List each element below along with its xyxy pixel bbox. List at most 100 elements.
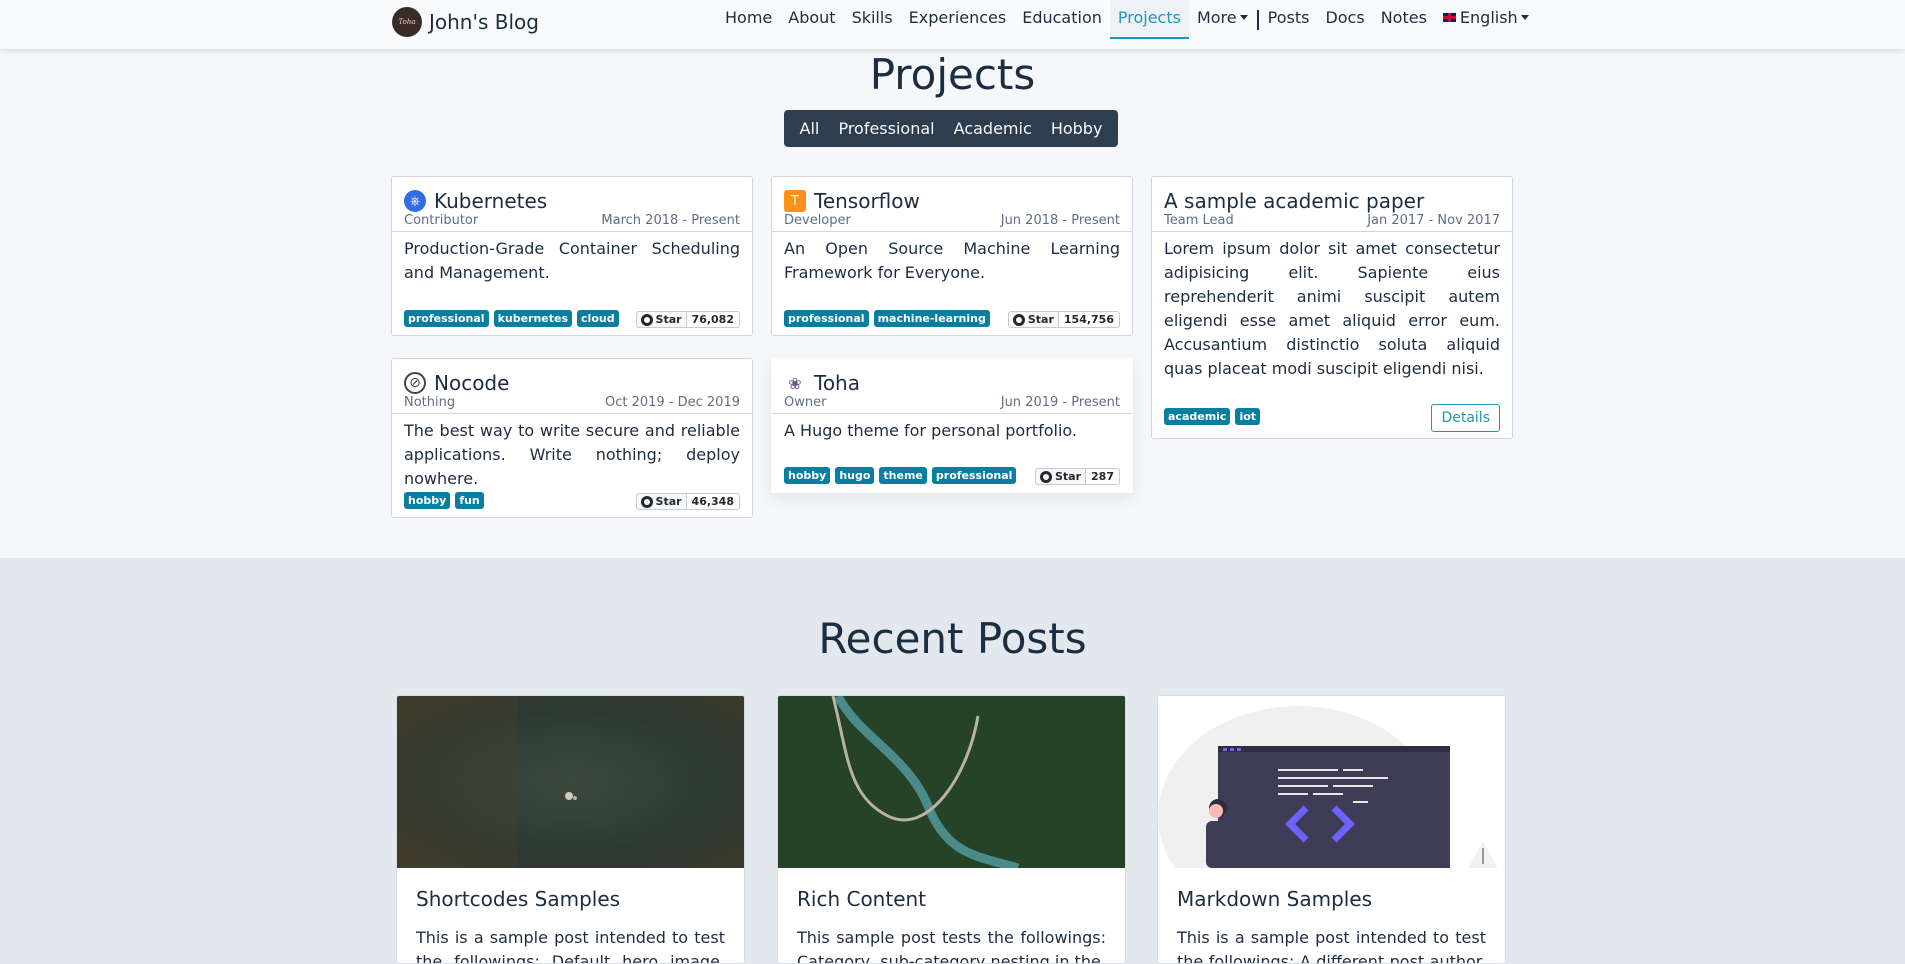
github-star-widget[interactable]: Star 154,756 <box>1007 311 1120 328</box>
nav-item-skills[interactable]: Skills <box>844 0 901 39</box>
project-description: A Hugo theme for personal portfolio. <box>784 421 1077 440</box>
tag[interactable]: professional <box>784 310 869 327</box>
chevron-down-icon <box>1520 14 1529 20</box>
nav-item-posts[interactable]: Posts <box>1260 0 1318 39</box>
tag[interactable]: hobby <box>404 492 451 509</box>
divider <box>392 231 752 232</box>
star-count[interactable]: 76,082 <box>686 311 740 328</box>
nav-item-home[interactable]: Home <box>717 0 780 39</box>
tag[interactable]: theme <box>879 467 927 484</box>
nav-item-docs[interactable]: Docs <box>1317 0 1372 39</box>
brand[interactable]: Toha John's Blog <box>392 6 539 38</box>
nav-item-projects[interactable]: Projects <box>1109 0 1189 39</box>
post-summary: This is a sample post intended to test t… <box>416 928 725 964</box>
project-tags: academic iot <box>1164 408 1261 425</box>
github-icon <box>640 495 653 508</box>
tag[interactable]: professional <box>931 467 1017 484</box>
nav-more-label: More <box>1196 8 1237 27</box>
tag[interactable]: kubernetes <box>493 310 573 327</box>
post-hero-image[interactable] <box>778 696 1126 868</box>
project-role: Nothing <box>404 395 456 410</box>
kubernetes-icon: ⎈ <box>404 190 426 212</box>
post-card[interactable]: Rich Content This sample post tests the … <box>777 695 1126 964</box>
brand-name[interactable]: John's Blog <box>429 10 539 34</box>
project-name: A sample academic paper <box>1164 189 1425 213</box>
github-star-widget[interactable]: Star 76,082 <box>635 311 740 328</box>
project-role: Developer <box>784 213 851 228</box>
github-icon <box>640 313 653 326</box>
nav-item-experiences[interactable]: Experiences <box>901 0 1015 39</box>
project-filter-bar: All Professional Academic Hobby <box>784 110 1118 147</box>
tag[interactable]: hobby <box>784 467 831 484</box>
project-description: The best way to write secure and reliabl… <box>404 421 740 488</box>
tag[interactable]: fun <box>455 492 484 509</box>
divider <box>772 231 1132 232</box>
project-card-academic-paper[interactable]: A sample academic paper Team Lead Jan 20… <box>1151 176 1513 439</box>
post-card[interactable]: Shortcodes Samples This is a sample post… <box>396 695 745 964</box>
projects-title: Projects <box>869 50 1036 99</box>
star-label: Star <box>655 313 682 326</box>
filter-academic-button[interactable]: Academic <box>948 119 1038 138</box>
star-label: Star <box>1055 470 1082 483</box>
github-icon <box>1012 313 1025 326</box>
tag[interactable]: hugo <box>835 467 875 484</box>
project-period: Jan 2017 - Nov 2017 <box>1367 213 1500 228</box>
filter-hobby-button[interactable]: Hobby <box>1045 119 1109 138</box>
nav-menu: Home About Skills Experiences Education … <box>717 0 1537 39</box>
nav-more-dropdown[interactable]: More <box>1189 0 1256 39</box>
filter-professional-button[interactable]: Professional <box>832 119 940 138</box>
tag[interactable]: machine-learning <box>873 310 990 327</box>
post-hero-image[interactable] <box>1158 696 1506 868</box>
project-description: Production-Grade Container Scheduling an… <box>404 239 740 282</box>
post-title[interactable]: Shortcodes Samples <box>416 887 620 911</box>
project-card-tensorflow[interactable]: T Tensorflow Developer Jun 2018 - Presen… <box>771 176 1133 336</box>
details-button[interactable]: Details <box>1431 404 1500 432</box>
divider <box>1152 231 1512 232</box>
language-dropdown[interactable]: English <box>1435 0 1537 39</box>
github-star-widget[interactable]: Star 46,348 <box>635 493 740 510</box>
filter-all-button[interactable]: All <box>794 119 826 138</box>
tag[interactable]: iot <box>1235 408 1261 425</box>
project-card-nocode[interactable]: ⊘ Nocode Nothing Oct 2019 - Dec 2019 The… <box>391 358 753 518</box>
uk-flag-icon <box>1442 13 1456 22</box>
tag[interactable]: academic <box>1164 408 1231 425</box>
project-period: Jun 2019 - Present <box>1000 395 1120 410</box>
project-role: Owner <box>784 395 827 410</box>
star-label: Star <box>655 495 682 508</box>
nav-item-education[interactable]: Education <box>1014 0 1110 39</box>
project-period: March 2018 - Present <box>601 213 740 228</box>
nav-item-about[interactable]: About <box>780 0 843 39</box>
project-tags: hobby fun <box>404 492 484 509</box>
brand-logo: Toha <box>392 7 422 37</box>
project-role: Team Lead <box>1164 213 1234 228</box>
recent-posts-section: Recent Posts Shortcodes Samples This is … <box>0 558 1905 964</box>
project-name: Nocode <box>434 371 510 395</box>
project-description: An Open Source Machine Learning Framewor… <box>784 239 1120 282</box>
tag[interactable]: cloud <box>577 310 619 327</box>
tensorflow-icon: T <box>784 190 806 212</box>
chevron-down-icon <box>1239 14 1248 20</box>
project-description: Lorem ipsum dolor sit amet consectetur a… <box>1164 239 1500 378</box>
post-card[interactable]: Markdown Samples This is a sample post i… <box>1157 695 1506 964</box>
post-summary: This is a sample post intended to test t… <box>1177 928 1486 964</box>
nav-item-notes[interactable]: Notes <box>1373 0 1435 39</box>
project-tags: professional kubernetes cloud <box>404 310 619 327</box>
project-role: Contributor <box>404 213 479 228</box>
star-count[interactable]: 154,756 <box>1058 311 1120 328</box>
project-card-toha[interactable]: ❀ Toha Owner Jun 2019 - Present A Hugo t… <box>771 358 1133 493</box>
navbar: Toha John's Blog Home About Skills Exper… <box>0 0 1905 49</box>
project-name: Toha <box>814 371 860 395</box>
github-star-widget[interactable]: Star 287 <box>1035 468 1120 485</box>
tag[interactable]: professional <box>404 310 489 327</box>
recent-posts-title: Recent Posts <box>818 614 1087 663</box>
star-label: Star <box>1027 313 1054 326</box>
post-title[interactable]: Markdown Samples <box>1177 887 1372 911</box>
post-hero-image[interactable] <box>397 696 745 868</box>
post-summary: This sample post tests the followings: C… <box>797 928 1106 964</box>
project-card-kubernetes[interactable]: ⎈ Kubernetes Contributor March 2018 - Pr… <box>391 176 753 336</box>
project-period: Oct 2019 - Dec 2019 <box>604 395 740 410</box>
post-title[interactable]: Rich Content <box>797 887 926 911</box>
star-count[interactable]: 287 <box>1086 468 1120 485</box>
star-count[interactable]: 46,348 <box>686 493 740 510</box>
nocode-icon: ⊘ <box>404 372 426 394</box>
